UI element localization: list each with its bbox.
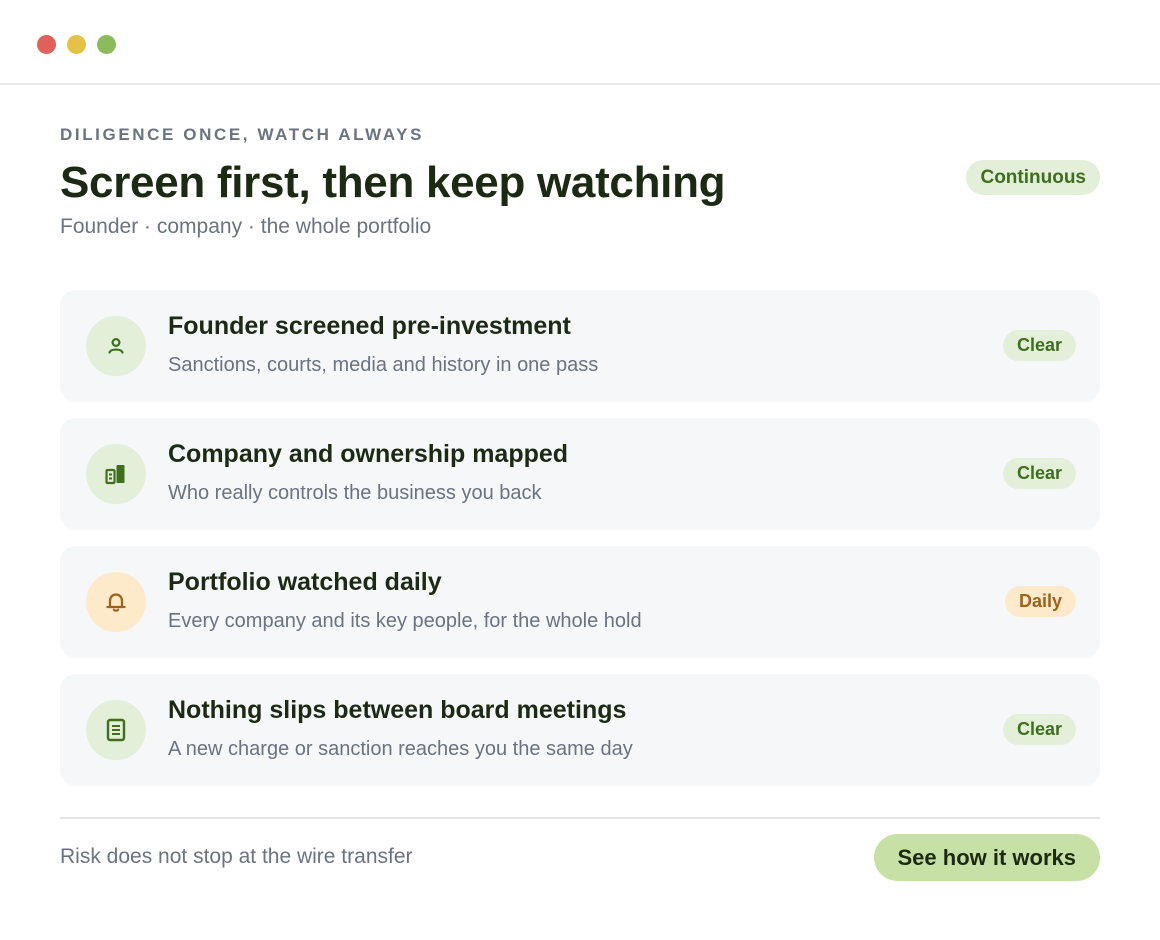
page-title: Screen first, then keep watching [60,158,726,207]
item-title: Portfolio watched daily [168,568,442,596]
item-description: Who really controls the business you bac… [168,482,542,504]
item-description: A new charge or sanction reaches you the… [168,738,633,760]
list-item-portfolio-watched: Portfolio watched daily Every company an… [60,546,1100,658]
item-description: Every company and its key people, for th… [168,610,642,632]
status-badge: Clear [1002,458,1076,489]
person-icon [86,316,146,376]
building-icon [86,444,146,504]
list-item-company-mapped: Company and ownership mapped Who really … [60,418,1100,530]
footer-divider [60,817,1100,819]
item-description: Sanctions, courts, media and history in … [168,354,599,376]
zoom-window-button[interactable] [97,35,116,54]
window-titlebar [0,0,1160,85]
footer-text: Risk does not stop at the wire transfer [60,845,413,868]
item-title: Nothing slips between board meetings [168,696,627,724]
status-badge: Clear [1002,330,1076,361]
see-how-it-works-button[interactable]: See how it works [873,834,1100,881]
continuous-badge: Continuous [966,160,1100,195]
close-window-button[interactable] [37,35,56,54]
bell-icon [86,572,146,632]
document-icon [86,700,146,760]
item-title: Founder screened pre-investment [168,312,571,340]
status-badge: Daily [1004,586,1076,617]
eyebrow-label: DILIGENCE ONCE, WATCH ALWAYS [60,125,425,144]
minimize-window-button[interactable] [67,35,86,54]
list-item-founder-screened: Founder screened pre-investment Sanction… [60,290,1100,402]
item-title: Company and ownership mapped [168,440,569,468]
list-item-board-meetings: Nothing slips between board meetings A n… [60,674,1100,786]
status-badge: Clear [1002,714,1076,745]
page-subtitle: Founder · company · the whole portfolio [60,215,432,238]
